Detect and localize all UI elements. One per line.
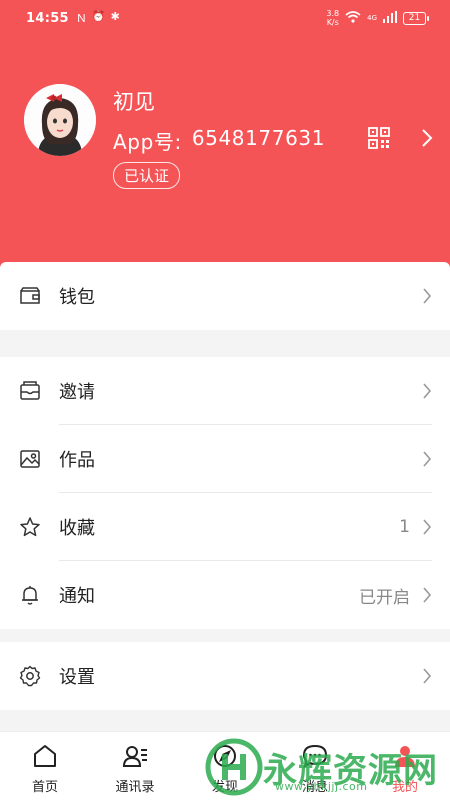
bell-icon [22,586,38,605]
star-icon [20,517,40,537]
chevron-right-icon [423,451,432,467]
nav-label: 首页 [31,780,58,795]
gear-icon [19,665,41,687]
qr-code-icon[interactable] [368,127,390,149]
chevron-right-icon [423,383,432,399]
verified-badge: 已认证 [113,162,181,189]
chevron-right-icon [423,587,432,603]
alarm-icon: ⏰ [91,10,106,23]
profile-name: 初见 [113,90,155,114]
menu-item-label: 通知 [59,586,95,607]
app-id-line: App号: 6548177631 [113,126,325,155]
menu-item-label: 钱包 [59,287,95,308]
menu-item-label: 设置 [59,667,95,688]
nav-discover[interactable]: 发现 [180,732,270,800]
profile-header: 14:55 Ｎ ⏰ ✱ 3.8 K/s 4G 21 初见 App号: 65481… [0,0,450,270]
avatar[interactable] [24,84,96,156]
wifi-icon [345,10,361,26]
menu-item-label: 作品 [59,450,95,471]
profile-card[interactable]: 初见 App号: 6548177631 已认证 [24,84,434,194]
user-icon [395,746,415,767]
app-id-label: App号: [113,130,182,154]
status-time: 14:55 [26,10,69,26]
status-right-icons: 3.8 K/s 4G 21 [326,9,429,27]
chevron-right-icon [423,519,432,535]
menu-item-label: 收藏 [59,518,95,539]
menu-section: 邀请 作品 收藏 1 通知 已开启 [0,357,450,629]
nav-messages[interactable]: 消息 [270,732,360,800]
nav-label: 我的 [391,780,418,795]
signal-label: 4G [367,14,377,22]
wallet-icon [20,287,40,304]
menu-item-notifications[interactable]: 通知 已开启 [0,561,450,629]
chevron-right-icon [423,288,432,304]
envelope-icon [20,381,40,400]
nfc-icon: Ｎ [75,12,87,25]
status-bar: 14:55 Ｎ ⏰ ✱ 3.8 K/s 4G 21 [0,0,450,36]
bluetooth-icon: ✱ [110,10,120,23]
nav-home[interactable]: 首页 [0,732,90,800]
chevron-right-icon[interactable] [420,127,434,149]
net-speed: 3.8 K/s [326,9,340,27]
chat-icon [302,744,328,769]
image-icon [20,450,40,468]
nav-label: 消息 [301,780,328,795]
menu-item-works[interactable]: 作品 [0,425,450,493]
nav-contacts[interactable]: 通讯录 [90,732,180,800]
battery-icon: 21 [403,11,429,25]
settings-section: 设置 [0,642,450,710]
wallet-section: 钱包 [0,262,450,330]
home-icon [34,745,56,767]
contacts-icon [122,746,147,767]
menu-item-label: 邀请 [59,382,95,403]
menu-item-settings[interactable]: 设置 [0,642,450,710]
notifications-status: 已开启 [359,587,410,608]
app-id-value: 6548177631 [191,126,326,150]
signal-icon [383,10,397,26]
bottom-nav: 首页 通讯录 发现 消息 我的 [0,731,450,800]
nav-label: 发现 [211,780,238,795]
nav-label: 通讯录 [115,780,155,795]
menu-item-invite[interactable]: 邀请 [0,357,450,425]
compass-icon [214,745,236,767]
favorites-count: 1 [399,517,410,537]
menu-item-wallet[interactable]: 钱包 [0,262,450,330]
chevron-right-icon [423,668,432,684]
status-left-icons: Ｎ ⏰ ✱ [76,10,120,26]
menu-item-favorites[interactable]: 收藏 1 [0,493,450,561]
nav-me[interactable]: 我的 [360,732,450,800]
